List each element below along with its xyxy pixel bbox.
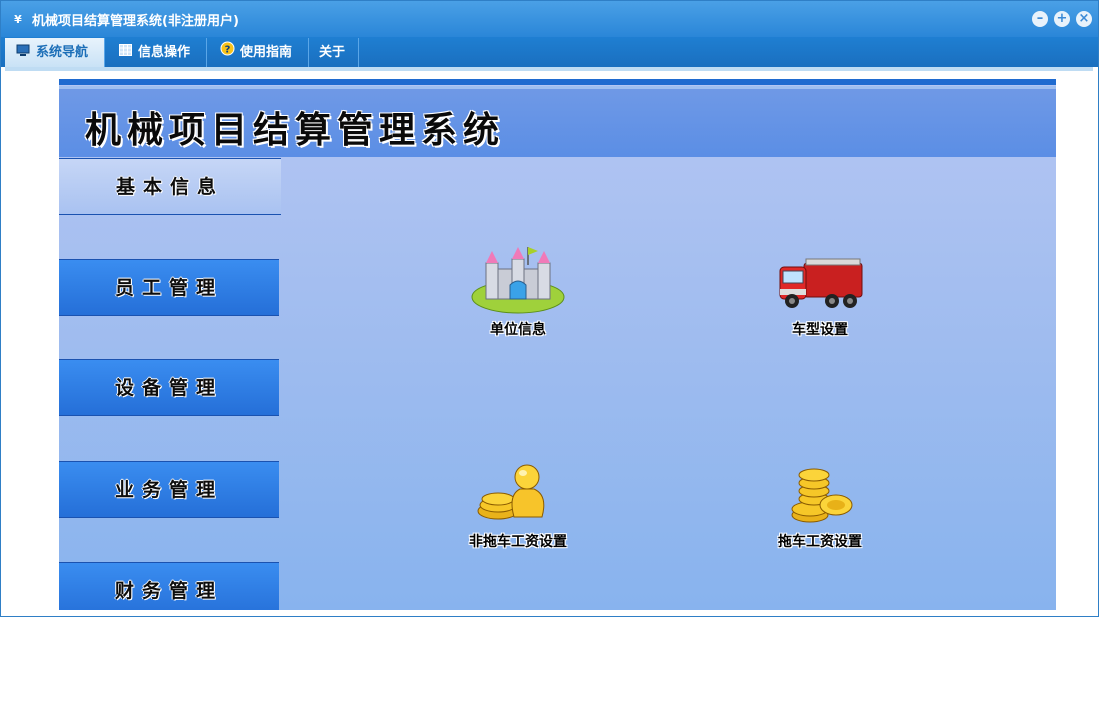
gold-coins-icon xyxy=(791,468,853,523)
tab-label: 使用指南 xyxy=(240,45,293,60)
tab-info-operations[interactable]: 信息操作 xyxy=(107,38,207,67)
tile-vehicle-type-settings[interactable]: 车型设置 xyxy=(740,245,900,339)
help-icon: ? xyxy=(219,38,235,67)
fire-truck-icon xyxy=(779,258,863,308)
tab-separator xyxy=(5,67,1093,71)
menu-equipment-management[interactable]: 设备管理 xyxy=(59,359,279,416)
menu-business-management[interactable]: 业务管理 xyxy=(59,461,279,518)
app-window: ¥ 机械项目结算管理系统(非注册用户) – + × 系统导航 信息操作 ? 使用… xyxy=(0,0,1099,617)
banner: 机械项目结算管理系统 xyxy=(59,89,1056,157)
banner-title: 机械项目结算管理系统 xyxy=(85,109,506,151)
navigation-panel: 机械项目结算管理系统 基本信息 员工管理 设备管理 业务管理 财务管理 单位信息 xyxy=(59,79,1056,610)
maximize-icon[interactable]: + xyxy=(1054,11,1070,27)
tab-label: 关于 xyxy=(319,45,346,60)
svg-text:?: ? xyxy=(224,45,230,56)
tile-label: 非拖车工资设置 xyxy=(469,534,567,550)
menu-basic-info[interactable]: 基本信息 xyxy=(59,158,281,215)
tab-bar: 系统导航 信息操作 ? 使用指南 关于 xyxy=(1,37,1098,67)
tile-trailer-wage-settings[interactable]: 拖车工资设置 xyxy=(740,461,900,551)
tab-about[interactable]: 关于 xyxy=(309,38,359,67)
tab-user-guide[interactable]: ? 使用指南 xyxy=(209,38,309,67)
window-title: 机械项目结算管理系统(非注册用户) xyxy=(32,14,239,29)
monitor-icon xyxy=(15,38,31,67)
title-bar[interactable]: ¥ 机械项目结算管理系统(非注册用户) – + × xyxy=(1,1,1098,37)
banner-top-line xyxy=(59,79,1056,85)
minimize-icon[interactable]: – xyxy=(1032,11,1048,27)
tile-label: 车型设置 xyxy=(792,322,848,338)
tile-label: 单位信息 xyxy=(490,322,546,338)
money-bag-icon xyxy=(477,464,545,520)
tile-label: 拖车工资设置 xyxy=(778,534,862,550)
tile-unit-info[interactable]: 单位信息 xyxy=(438,245,598,339)
tab-label: 信息操作 xyxy=(138,45,191,60)
close-icon[interactable]: × xyxy=(1076,11,1092,27)
yf-logo-icon: ¥ xyxy=(14,13,22,26)
castle-icon xyxy=(471,247,565,314)
menu-employee-management[interactable]: 员工管理 xyxy=(59,259,279,316)
grid-icon xyxy=(117,38,133,67)
tile-non-trailer-wage-settings[interactable]: 非拖车工资设置 xyxy=(438,461,598,551)
menu-finance-management[interactable]: 财务管理 xyxy=(59,562,279,610)
tab-label: 系统导航 xyxy=(36,45,89,60)
tab-system-navigation[interactable]: 系统导航 xyxy=(5,38,105,67)
